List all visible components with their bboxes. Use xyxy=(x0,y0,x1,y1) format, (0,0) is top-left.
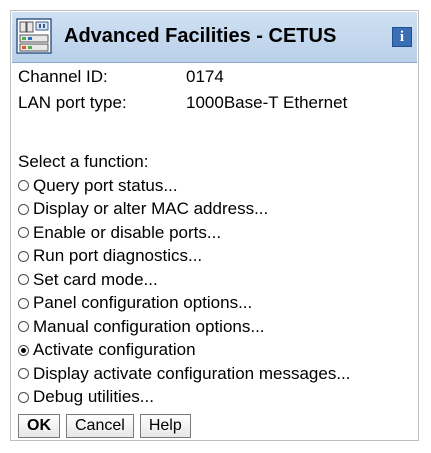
network-adapter-icon xyxy=(16,18,52,54)
radio-option-set-card-mode[interactable]: Set card mode... xyxy=(18,268,413,292)
radio-option-label: Set card mode... xyxy=(33,269,158,289)
radio-button[interactable] xyxy=(18,180,29,192)
cancel-button[interactable]: Cancel xyxy=(66,414,134,438)
channel-id-label: Channel ID: xyxy=(18,67,108,86)
radio-button[interactable] xyxy=(18,203,29,215)
radio-option-label: Activate configuration xyxy=(33,340,196,360)
radio-option-label: Enable or disable ports... xyxy=(33,222,222,242)
radio-option-label: Panel configuration options... xyxy=(33,293,253,313)
lan-port-type-label: LAN port type: xyxy=(18,93,127,112)
radio-button[interactable] xyxy=(18,274,29,286)
radio-option-label: Display or alter MAC address... xyxy=(33,199,269,219)
button-bar: OK Cancel Help xyxy=(18,414,191,438)
radio-option-manual-configuration[interactable]: Manual configuration options... xyxy=(18,315,413,339)
advanced-facilities-dialog: Advanced Facilities - CETUS i Channel ID… xyxy=(10,10,419,441)
radio-option-debug-utilities[interactable]: Debug utilities... xyxy=(18,386,413,410)
dialog-title: Advanced Facilities - CETUS xyxy=(64,25,337,47)
title-bar: Advanced Facilities - CETUS i xyxy=(12,12,417,63)
function-radio-group: Query port status... Display or alter MA… xyxy=(18,174,413,409)
info-icon[interactable]: i xyxy=(392,27,412,47)
ok-button[interactable]: OK xyxy=(18,414,60,438)
radio-option-label: Run port diagnostics... xyxy=(33,246,203,266)
radio-option-label: Display activate configuration messages.… xyxy=(33,363,351,383)
channel-id-value: 0174 xyxy=(186,67,224,86)
radio-option-run-port-diagnostics[interactable]: Run port diagnostics... xyxy=(18,245,413,269)
radio-button[interactable] xyxy=(18,297,29,309)
radio-button-selected[interactable] xyxy=(18,344,29,356)
select-function-label: Select a function: xyxy=(18,152,149,171)
radio-option-activate-configuration[interactable]: Activate configuration xyxy=(18,339,413,363)
radio-option-label: Manual configuration options... xyxy=(33,316,265,336)
radio-button[interactable] xyxy=(18,227,29,239)
radio-option-query-port-status[interactable]: Query port status... xyxy=(18,174,413,198)
radio-option-enable-disable-ports[interactable]: Enable or disable ports... xyxy=(18,221,413,245)
help-button[interactable]: Help xyxy=(139,414,191,438)
radio-option-display-alter-mac[interactable]: Display or alter MAC address... xyxy=(18,198,413,222)
radio-button[interactable] xyxy=(18,321,29,333)
radio-option-display-activate-messages[interactable]: Display activate configuration messages.… xyxy=(18,362,413,386)
radio-button[interactable] xyxy=(18,250,29,262)
radio-option-label: Debug utilities... xyxy=(33,387,154,407)
radio-option-panel-configuration[interactable]: Panel configuration options... xyxy=(18,292,413,316)
radio-button[interactable] xyxy=(18,368,29,380)
lan-port-type-value: 1000Base-T Ethernet xyxy=(186,93,348,112)
radio-button[interactable] xyxy=(18,391,29,403)
radio-option-label: Query port status... xyxy=(33,175,178,195)
